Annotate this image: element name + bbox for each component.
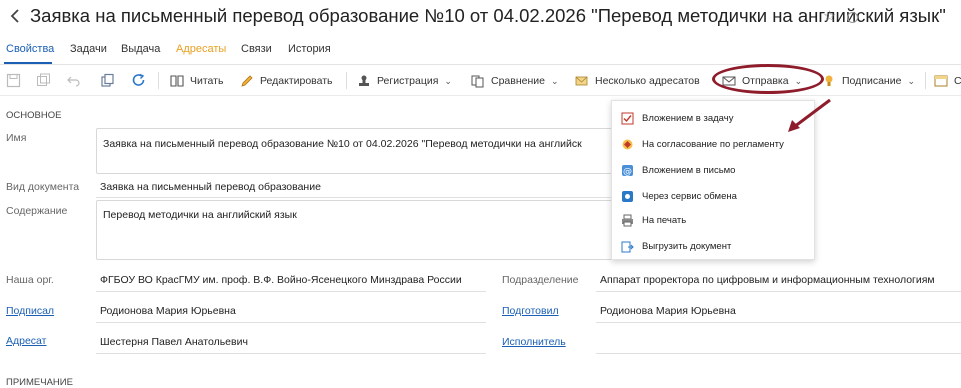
prepared-underline xyxy=(596,322,961,323)
tab-history[interactable]: История xyxy=(288,43,331,55)
content-label: Содержание xyxy=(6,205,68,217)
menu-item-label: Через сервис обмена xyxy=(642,190,737,202)
multi-addressee-button[interactable]: Несколько адресатов xyxy=(575,71,700,91)
toolbar-separator xyxy=(925,72,926,89)
compare-label: Сравнение xyxy=(491,75,545,87)
exchange-service-icon xyxy=(622,190,633,202)
org-label: Наша орг. xyxy=(6,274,54,286)
overflow-label: С xyxy=(954,75,961,87)
menu-item-email-attach[interactable]: @ Вложением в письмо xyxy=(612,159,814,181)
content-value: Перевод методички на английский язык xyxy=(103,209,297,221)
prepared-field[interactable]: Родионова Мария Юрьевна xyxy=(600,305,736,317)
compare-icon xyxy=(471,75,484,88)
read-label: Читать xyxy=(190,75,224,87)
addressee-underline xyxy=(96,353,486,354)
menu-item-exchange-service[interactable]: Через сервис обмена xyxy=(612,185,814,207)
tabs-divider xyxy=(0,64,961,65)
book-icon xyxy=(170,75,184,87)
export-document-icon xyxy=(621,241,634,252)
back-arrow-icon[interactable] xyxy=(6,6,26,26)
menu-item-label: Вложением в задачу xyxy=(642,112,734,124)
menu-item-print[interactable]: На печать xyxy=(612,209,814,231)
save-icon[interactable] xyxy=(6,73,21,88)
multi-addressee-label: Несколько адресатов xyxy=(595,75,700,87)
signed-field[interactable]: Родионова Мария Юрьевна xyxy=(100,305,236,317)
stamp-icon xyxy=(359,75,369,86)
svg-text:@: @ xyxy=(623,167,632,177)
print-icon xyxy=(622,214,633,226)
chevron-down-icon: ⌄ xyxy=(444,75,452,86)
menu-item-export[interactable]: Выгрузить документ xyxy=(612,235,814,257)
refresh-icon[interactable] xyxy=(131,73,146,88)
doctype-label: Вид документа xyxy=(6,181,80,193)
addressee-field[interactable]: Шестерня Павел Анатольевич xyxy=(100,336,248,348)
edit-button[interactable]: Редактировать xyxy=(240,71,333,91)
copy-save-icon[interactable] xyxy=(36,73,51,88)
dept-label: Подразделение xyxy=(502,274,579,286)
undo-icon[interactable] xyxy=(66,73,81,88)
menu-item-label: Вложением в письмо xyxy=(642,164,736,176)
send-highlight-annotation xyxy=(712,64,824,94)
task-attach-icon xyxy=(621,112,634,124)
menu-item-label: На согласование по регламенту xyxy=(642,138,784,150)
menu-item-approval-route[interactable]: На согласование по регламенту xyxy=(612,133,814,155)
signing-button[interactable]: Подписание ⌄ xyxy=(822,71,915,91)
annotation-arrow xyxy=(788,98,831,132)
signing-icon xyxy=(825,75,833,86)
name-label: Имя xyxy=(6,132,27,144)
toolbar-separator xyxy=(346,72,347,89)
menu-item-label: На печать xyxy=(642,214,687,226)
doctype-field[interactable]: Заявка на письменный перевод образование xyxy=(100,181,321,193)
signed-underline xyxy=(96,322,486,323)
approval-route-icon xyxy=(622,139,633,149)
prepared-label-link[interactable]: Подготовил xyxy=(502,305,559,317)
section-note-heading: ПРИМЕЧАНИЕ xyxy=(6,377,73,388)
executor-label-link[interactable]: Исполнитель xyxy=(502,336,566,348)
read-button[interactable]: Читать xyxy=(170,71,223,91)
dept-underline xyxy=(596,291,961,292)
email-attach-icon: @ xyxy=(622,164,633,177)
dept-field[interactable]: Аппарат проректора по цифровым и информа… xyxy=(600,274,935,286)
tab-properties[interactable]: Свойства xyxy=(6,43,54,55)
org-field[interactable]: ФГБОУ ВО КрасГМУ им. проф. В.Ф. Войно-Яс… xyxy=(100,274,462,286)
addressee-label-link[interactable]: Адресат xyxy=(6,335,46,347)
page-title: Заявка на письменный перевод образование… xyxy=(30,5,946,26)
tab-links[interactable]: Связи xyxy=(241,43,272,55)
org-underline xyxy=(96,291,486,292)
content-field[interactable]: Перевод методички на английский язык xyxy=(96,200,616,260)
toolbar-separator xyxy=(158,72,159,89)
tab-issue[interactable]: Выдача xyxy=(121,43,160,55)
edit-label: Редактировать xyxy=(260,75,333,87)
section-main-heading: ОСНОВНОЕ xyxy=(6,110,62,121)
chevron-down-icon: ⌄ xyxy=(907,75,915,86)
menu-item-label: Выгрузить документ xyxy=(642,240,732,252)
tab-addressees[interactable]: Адресаты xyxy=(176,43,226,55)
favorite-star-icon[interactable]: ☆ xyxy=(823,7,836,25)
registration-label: Регистрация xyxy=(377,75,439,87)
signing-label: Подписание xyxy=(842,75,902,87)
executor-underline xyxy=(596,353,961,354)
signed-label-link[interactable]: Подписал xyxy=(6,305,54,317)
registration-button[interactable]: Регистрация ⌄ xyxy=(357,71,452,91)
envelopes-icon xyxy=(575,76,588,86)
copy-icon[interactable] xyxy=(100,73,115,88)
name-field[interactable]: Заявка на письменный перевод образование… xyxy=(96,128,616,174)
pencil-icon xyxy=(241,75,253,87)
compare-button[interactable]: Сравнение ⌄ xyxy=(471,71,559,91)
chevron-down-icon: ⌄ xyxy=(550,75,559,86)
name-value: Заявка на письменный перевод образование… xyxy=(103,138,582,150)
status-circle-icon[interactable] xyxy=(847,12,858,23)
doctype-underline xyxy=(96,197,616,198)
overflow-toolbar-button[interactable]: С xyxy=(934,71,961,91)
calendar-icon xyxy=(934,75,948,87)
tab-tasks[interactable]: Задачи xyxy=(70,43,107,55)
